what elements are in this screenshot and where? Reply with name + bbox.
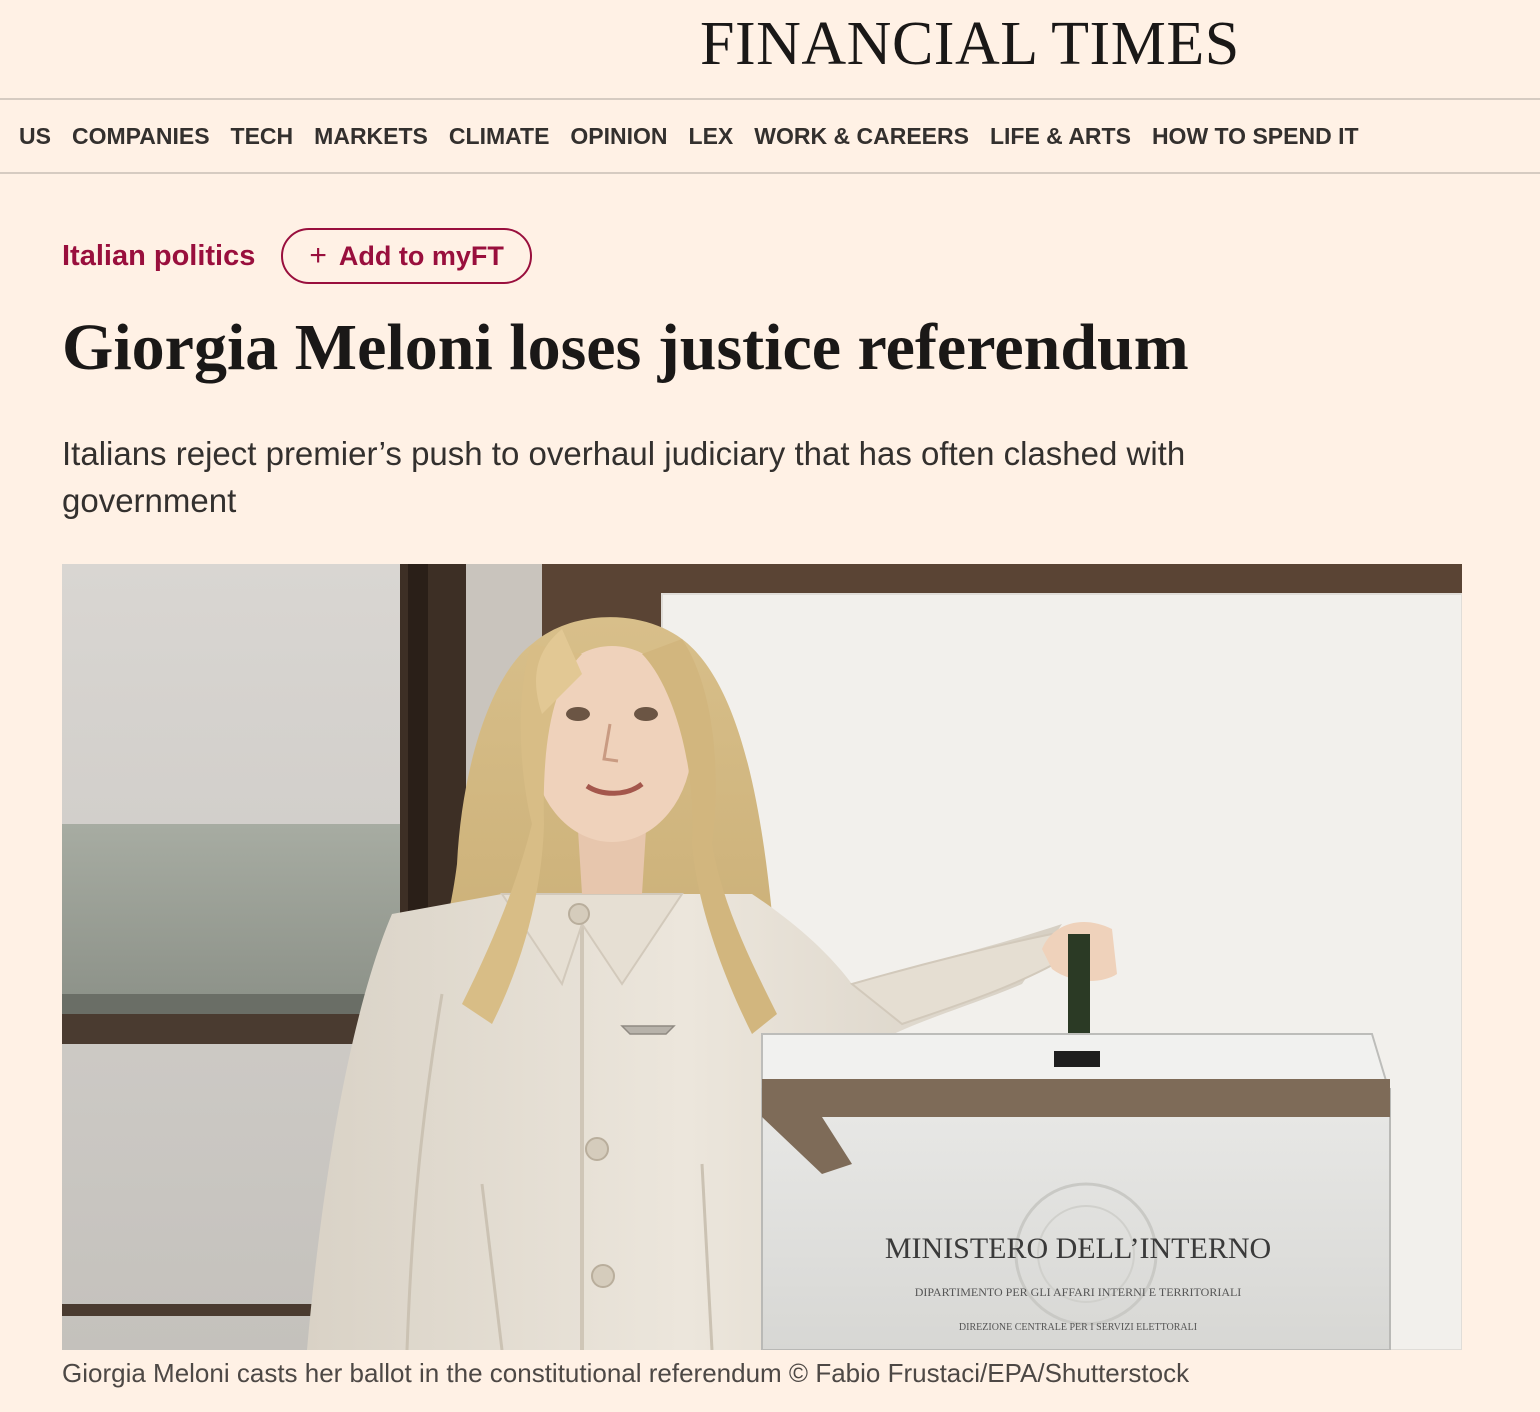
nav-item-how-to-spend-it[interactable]: HOW TO SPEND IT [1152,123,1359,150]
ballot-box-title: MINISTERO DELL’INTERNO [885,1232,1271,1265]
masthead: FINANCIAL TIMES [0,0,1540,100]
ballot-box-subtitle: DIPARTIMENTO PER GLI AFFARI INTERNI E TE… [915,1285,1242,1299]
nav-item-tech[interactable]: TECH [231,123,294,150]
nav-item-us[interactable]: US [19,123,51,150]
add-to-myft-label: Add to myFT [338,240,504,271]
article-headline: Giorgia Meloni loses justice referendum [62,311,1189,384]
nav-item-lex[interactable]: LEX [689,123,734,150]
image-caption: Giorgia Meloni casts her ballot in the c… [62,1358,1190,1388]
plus-icon: + [309,239,327,272]
nav-item-opinion[interactable]: OPINION [570,123,667,150]
topic-row: Italian politics + Add to myFT [62,226,532,286]
ft-logo[interactable]: FINANCIAL TIMES [700,8,1240,80]
ballot-box-subtitle-2: DIREZIONE CENTRALE PER I SERVIZI ELETTOR… [959,1322,1197,1333]
article-main-image: MINISTERO DELL’INTERNO DIPARTIMENTO PER … [62,564,1462,1350]
main-navigation: US COMPANIES TECH MARKETS CLIMATE OPINIO… [0,100,1540,174]
nav-item-companies[interactable]: COMPANIES [72,123,210,150]
nav-item-markets[interactable]: MARKETS [314,123,428,150]
topic-link[interactable]: Italian politics [62,240,255,273]
article-standfirst: Italians reject premier’s push to overha… [62,435,1186,519]
nav-item-work-careers[interactable]: WORK & CAREERS [754,123,969,150]
add-to-myft-button[interactable]: + Add to myFT [281,228,532,284]
nav-item-life-arts[interactable]: LIFE & ARTS [990,123,1131,150]
nav-item-climate[interactable]: CLIMATE [449,123,550,150]
